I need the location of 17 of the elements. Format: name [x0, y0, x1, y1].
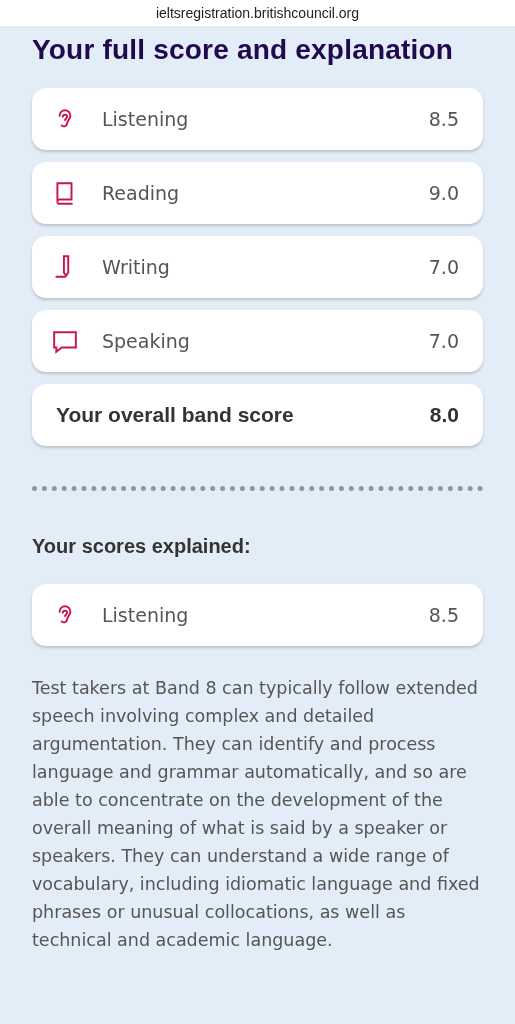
skill-label: Listening — [102, 604, 190, 626]
skill-label: Reading — [102, 182, 181, 204]
page-title: Your full score and explanation — [32, 33, 455, 67]
skill-label: Speaking — [102, 330, 191, 352]
explanation-text: Test takers at Band 8 can typically follow extended speech involving complex and detailed argumentation. They can identify and process language and grammar automatically, and so are able to concentrate on the development of the overall meaning of what is said by a speaker or speakers. They can understand a wide range of vocabulary, including idiomatic language and fixed phrases or unusual collocations, as well as technical and academic language. — [32, 677, 481, 952]
band-score: 7.0 — [428, 256, 459, 278]
overall-label: Your overall band score — [56, 403, 295, 427]
skill-label: Writing — [102, 256, 171, 278]
section-heading: Your scores explained: — [32, 535, 252, 558]
band-score: 7.0 — [428, 330, 459, 352]
band-score: 8.5 — [428, 604, 459, 626]
band-score: 8.5 — [428, 108, 459, 130]
speech-bubble-icon — [52, 328, 78, 354]
skill-label: Listening — [102, 108, 190, 130]
address-url: ieltsregistration.britishcouncil.org — [155, 5, 360, 21]
overall-score: 8.0 — [429, 403, 459, 427]
band-score: 9.0 — [428, 182, 459, 204]
